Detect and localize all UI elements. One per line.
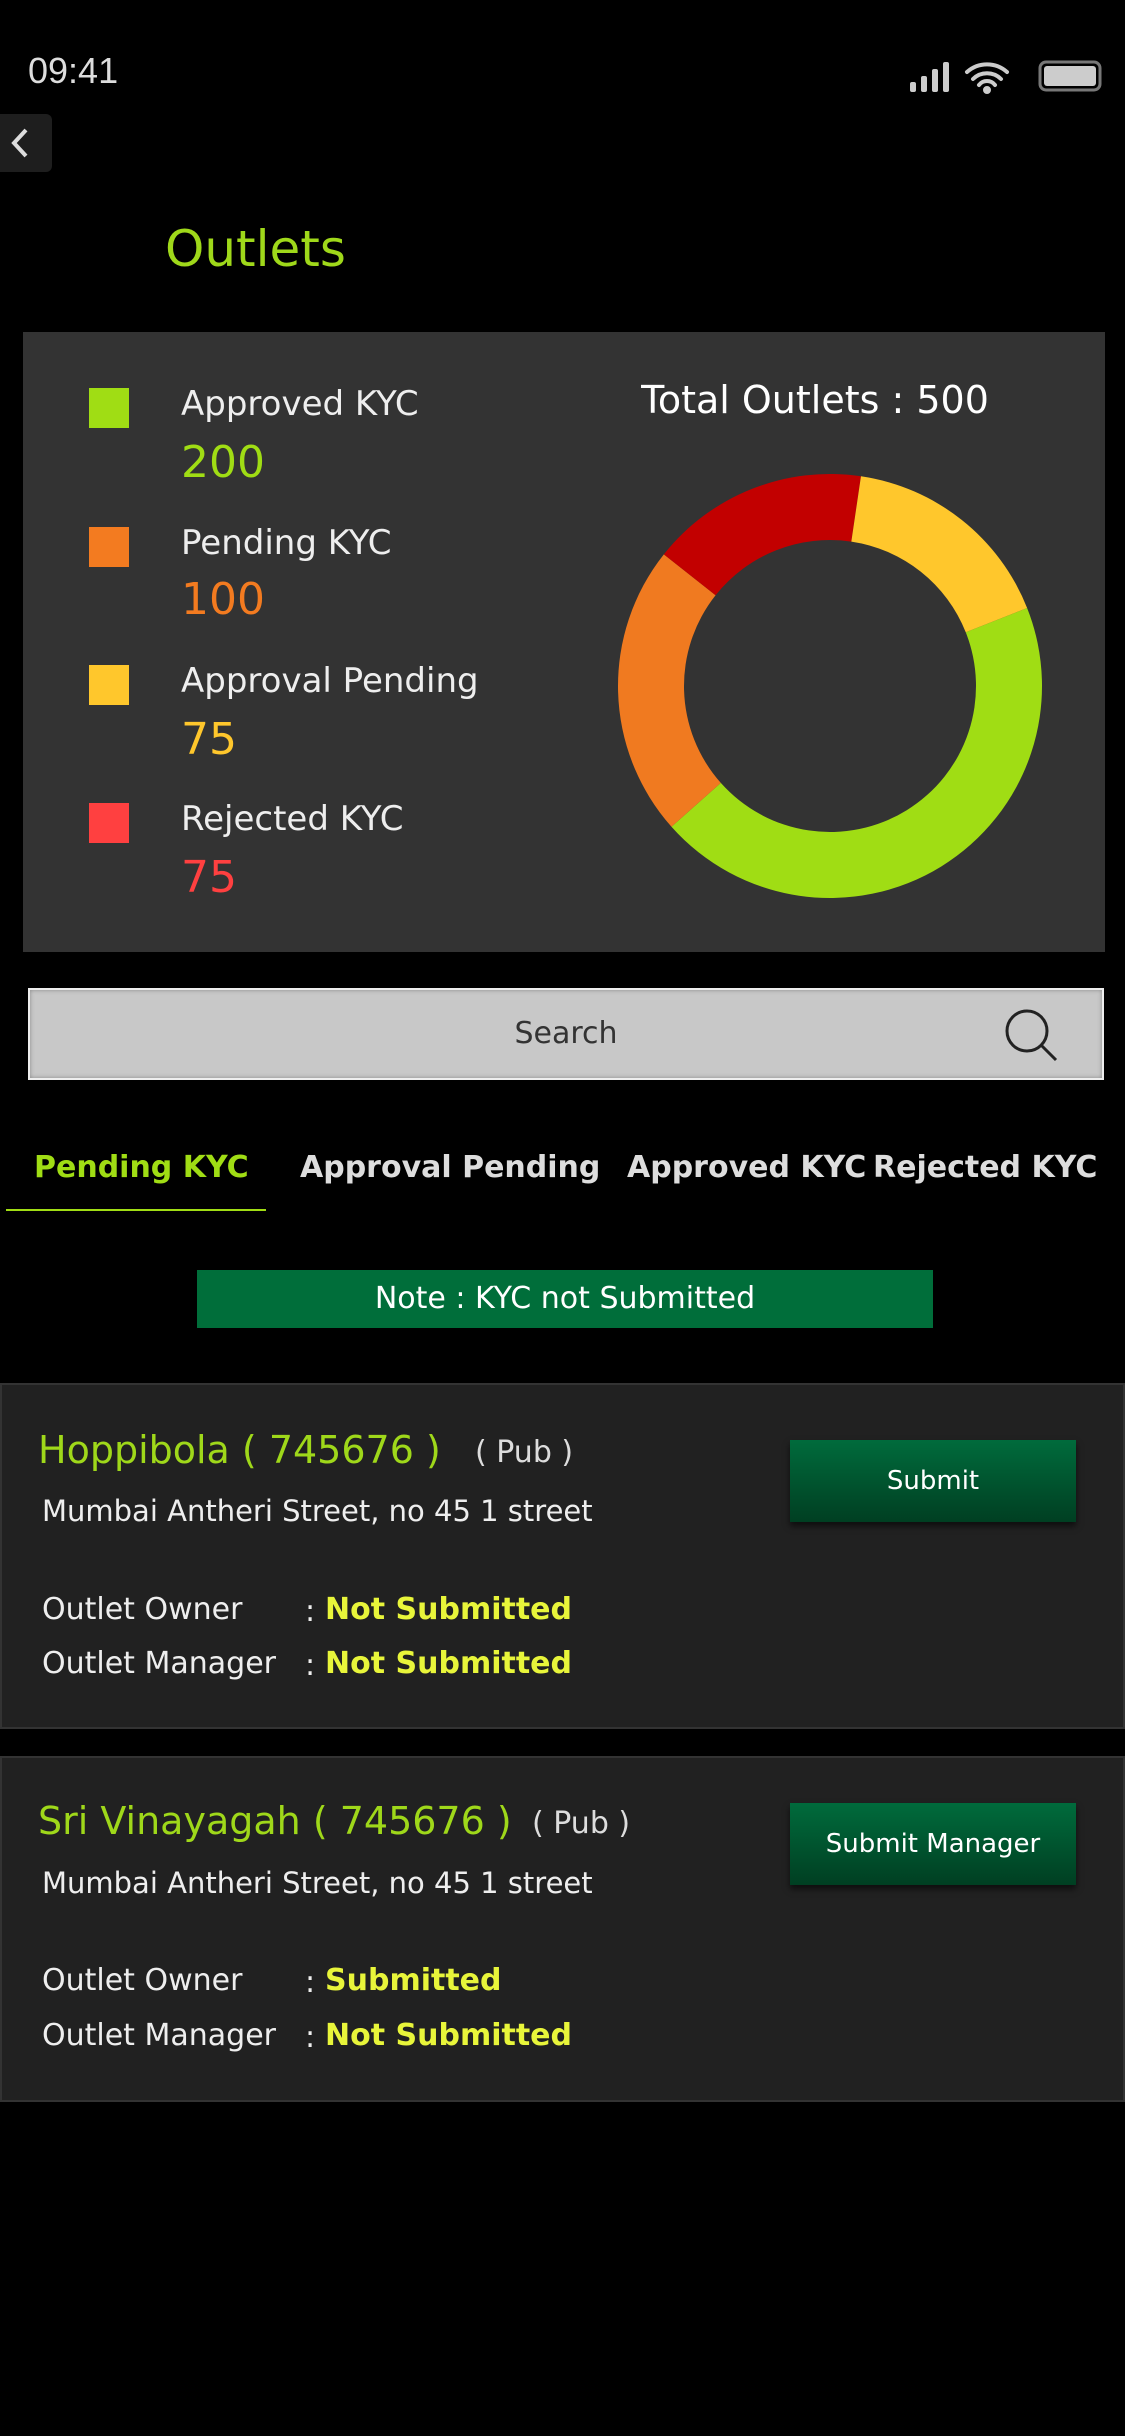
search-input[interactable]: Search [28,988,1104,1080]
legend-swatch-approval-pending [89,665,129,705]
colon: : [305,2020,316,2055]
search-placeholder: Search [514,1016,618,1051]
submit-button[interactable]: Submit [790,1440,1076,1522]
donut-slice-rejected-kyc [663,474,861,596]
colon: : [305,1594,316,1629]
total-outlets: Total Outlets : 500 [641,378,989,422]
status-time: 09:41 [28,50,119,91]
manager-label: Outlet Manager [42,2018,276,2053]
tab-rejected-kyc[interactable]: Rejected KYC [873,1150,1097,1185]
owner-label: Outlet Owner [42,1963,243,1998]
manager-label: Outlet Manager [42,1646,276,1681]
submit-manager-button[interactable]: Submit Manager [790,1803,1076,1885]
wifi-icon [965,62,1009,94]
legend-label: Approval Pending [181,661,479,701]
outlet-address: Mumbai Antheri Street, no 45 1 street [42,1494,593,1528]
search-icon[interactable] [1002,1006,1062,1066]
manager-status: Not Submitted [325,2018,572,2053]
active-tab-indicator [6,1209,266,1211]
owner-status: Not Submitted [325,1592,572,1627]
legend-value: 75 [181,852,237,903]
legend-label: Approved KYC [181,384,419,424]
manager-status: Not Submitted [325,1646,572,1681]
note-banner: Note : KYC not Submitted [197,1270,933,1328]
owner-label: Outlet Owner [42,1592,243,1627]
outlet-name: Hoppibola ( 745676 ) [38,1428,441,1472]
tab-pending-kyc[interactable]: Pending KYC [34,1150,249,1185]
signal-icon [910,62,949,92]
back-button[interactable] [0,114,52,172]
legend-swatch-pending [89,527,129,567]
legend-label: Rejected KYC [181,799,404,839]
tab-approval-pending[interactable]: Approval Pending [300,1150,600,1185]
battery-icon [1038,60,1102,92]
tab-approved-kyc[interactable]: Approved KYC [627,1150,866,1185]
colon: : [305,1965,316,2000]
outlet-address: Mumbai Antheri Street, no 45 1 street [42,1866,593,1900]
kyc-donut-chart [618,474,1042,899]
chevron-left-icon [11,128,28,158]
legend-value: 75 [181,714,237,765]
legend-label: Pending KYC [181,523,392,563]
status-icons [910,60,1102,94]
legend-value: 100 [181,574,265,625]
outlet-type: ( Pub ) [532,1806,631,1841]
donut-slice-pending-kyc [618,554,721,827]
donut-slice-approved-kyc [671,607,1042,899]
legend-swatch-approved [89,388,129,428]
donut-slice-approval-pending [851,476,1028,633]
legend-swatch-rejected [89,803,129,843]
outlet-name: Sri Vinayagah ( 745676 ) [38,1799,512,1843]
owner-status: Submitted [325,1963,502,1998]
colon: : [305,1648,316,1683]
outlet-type: ( Pub ) [475,1435,574,1470]
page-title: Outlets [165,220,346,278]
legend-value: 200 [181,437,265,488]
